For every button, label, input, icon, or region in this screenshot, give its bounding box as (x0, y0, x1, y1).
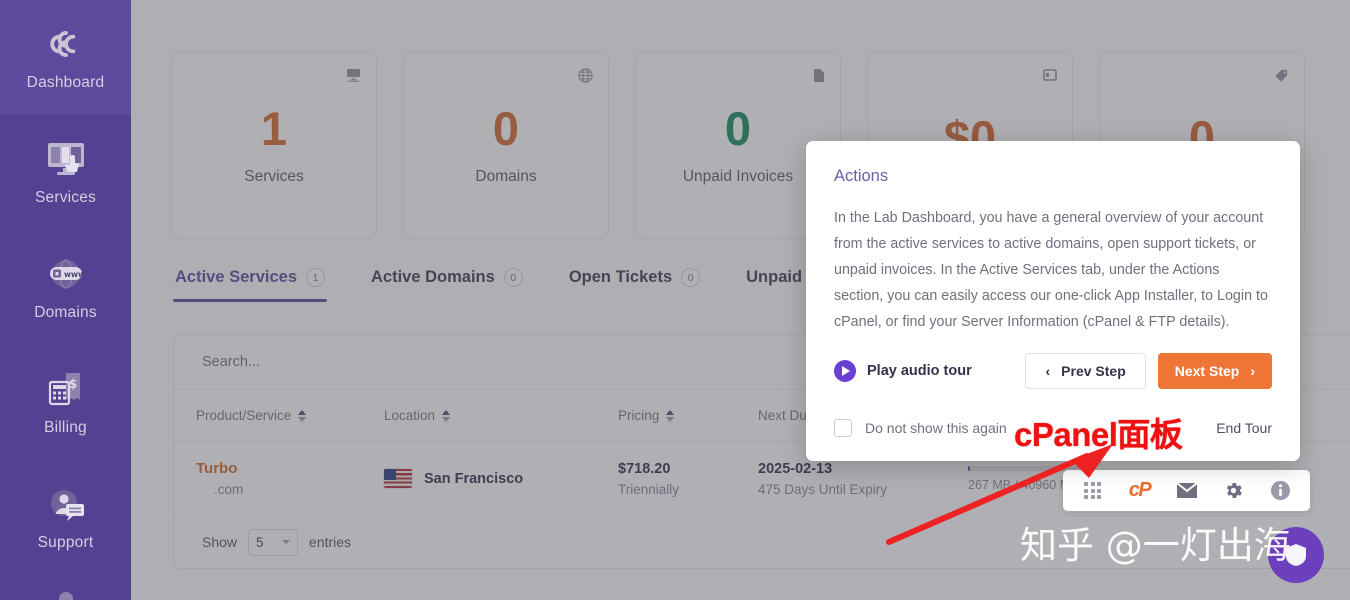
days-until-expiry: 475 Days Until Expiry (758, 482, 968, 497)
sidebar-item-label: Support (38, 534, 94, 552)
globe-www-icon: www (43, 253, 89, 295)
document-icon (813, 68, 825, 88)
price-cycle: Triennially (618, 482, 758, 497)
table-footer: Show 5 entries (174, 516, 1350, 568)
page-size-value: 5 (256, 535, 264, 550)
sidebar-item-label: Billing (44, 419, 87, 437)
product-domain: .com (214, 482, 384, 497)
sidebar-item-label: Services (35, 189, 96, 207)
end-tour-button[interactable]: End Tour (1216, 420, 1272, 436)
column-header-location[interactable]: Location (384, 408, 618, 423)
modal-footer-row: Do not show this again End Tour (834, 419, 1272, 437)
do-not-show-checkbox[interactable] (834, 419, 852, 437)
tab-label: Active Services (175, 268, 297, 287)
next-step-label: Next Step (1175, 363, 1240, 379)
location-name: San Francisco (424, 471, 523, 487)
prev-step-label: Prev Step (1061, 363, 1126, 379)
stat-value: 0 (493, 105, 519, 152)
sidebar-item-domains[interactable]: www Domains (0, 230, 131, 345)
monitor-icon (346, 68, 361, 87)
entries-label: entries (309, 534, 351, 550)
chevron-left-icon: ‹ (1045, 363, 1050, 379)
globe-icon (578, 68, 593, 88)
cell-next-due-date: 2025-02-13 475 Days Until Expiry (758, 461, 968, 497)
tab-label: Active Domains (371, 268, 495, 287)
sidebar-item-services[interactable]: Services (0, 115, 131, 230)
agent-chat-icon (43, 483, 89, 525)
column-header-pricing[interactable]: Pricing (618, 408, 758, 423)
gear-icon[interactable] (1210, 470, 1257, 511)
sidebar-item-label: Dashboard (27, 74, 105, 92)
cell-pricing: $718.20 Triennially (618, 461, 758, 497)
us-flag-icon (384, 469, 412, 488)
chevron-down-icon (282, 540, 290, 544)
sort-icon[interactable] (442, 410, 450, 422)
play-audio-label: Play audio tour (867, 363, 972, 379)
sidebar-item-label: Domains (34, 304, 97, 322)
due-date: 2025-02-13 (758, 461, 968, 477)
tag-icon (1274, 68, 1289, 88)
chevron-right-icon: › (1250, 363, 1255, 379)
modal-title: Actions (834, 167, 1272, 186)
modal-controls-row: Play audio tour ‹ Prev Step Next Step › (834, 353, 1272, 389)
stat-label: Unpaid Invoices (683, 168, 793, 186)
envelope-icon[interactable] (1163, 470, 1210, 511)
sidebar-item-partial[interactable] (0, 575, 131, 600)
modal-step-buttons: ‹ Prev Step Next Step › (1025, 353, 1272, 389)
tour-modal: Actions In the Lab Dashboard, you have a… (806, 141, 1300, 461)
sidebar-item-billing[interactable]: $ Billing (0, 345, 131, 460)
screenshot-root: 1 Services 0 Domains 0 Unpaid Invoices (0, 0, 1350, 600)
credit-card-icon (1043, 68, 1057, 87)
svg-text:www: www (64, 270, 85, 279)
tab-open-tickets[interactable]: Open Tickets 0 (567, 268, 702, 302)
stat-card-domains[interactable]: 0 Domains (403, 51, 609, 239)
page-size-select[interactable]: 5 (248, 529, 298, 556)
cc-logo-icon (43, 23, 89, 65)
cpanel-icon[interactable]: cP (1116, 470, 1163, 511)
stat-label: Services (244, 168, 303, 186)
tab-badge: 0 (681, 268, 700, 287)
sort-icon[interactable] (666, 410, 674, 422)
sidebar-item-dashboard[interactable]: Dashboard (0, 0, 131, 115)
user-icon (43, 575, 89, 600)
info-icon[interactable] (1257, 470, 1304, 511)
tab-badge: 0 (504, 268, 523, 287)
stat-value: 1 (261, 105, 287, 152)
next-step-button[interactable]: Next Step › (1158, 353, 1272, 389)
column-header-product[interactable]: Product/Service (196, 408, 384, 423)
play-icon (834, 360, 856, 382)
calculator-receipt-icon: $ (43, 368, 89, 410)
sidebar: Dashboard Services (0, 0, 131, 600)
tab-active-domains[interactable]: Active Domains 0 (369, 268, 525, 302)
price-amount: $718.20 (618, 461, 758, 477)
product-name[interactable]: Turbo (196, 460, 384, 477)
sidebar-item-support[interactable]: Support (0, 460, 131, 575)
cell-location: San Francisco (384, 469, 618, 488)
show-label: Show (202, 534, 237, 550)
tab-badge: 1 (306, 268, 325, 287)
column-label: Product/Service (196, 408, 291, 423)
modal-body-text: In the Lab Dashboard, you have a general… (834, 205, 1272, 335)
play-audio-tour-button[interactable]: Play audio tour (834, 360, 972, 382)
tab-label: Open Tickets (569, 268, 672, 287)
disk-usage-bar (968, 466, 1080, 471)
stat-label: Domains (475, 168, 536, 186)
shield-icon (1285, 543, 1307, 567)
tab-active-services[interactable]: Active Services 1 (173, 268, 327, 302)
column-label: Pricing (618, 408, 659, 423)
help-fab-button[interactable] (1268, 527, 1324, 583)
search-input[interactable] (202, 354, 622, 370)
cpanel-logo-label: cP (1129, 479, 1150, 502)
prev-step-button[interactable]: ‹ Prev Step (1025, 353, 1145, 389)
content-tabs: Active Services 1 Active Domains 0 Open … (173, 268, 823, 302)
monitor-hand-icon (43, 138, 89, 180)
stat-card-services[interactable]: 1 Services (171, 51, 377, 239)
do-not-show-label: Do not show this again (865, 420, 1007, 436)
cell-product: Turbo .com (196, 460, 384, 497)
stat-value: 0 (725, 105, 751, 152)
row-actions-toolbar: cP (1063, 470, 1310, 511)
sort-icon[interactable] (298, 410, 306, 422)
apps-grid-icon[interactable] (1069, 470, 1116, 511)
column-label: Location (384, 408, 435, 423)
